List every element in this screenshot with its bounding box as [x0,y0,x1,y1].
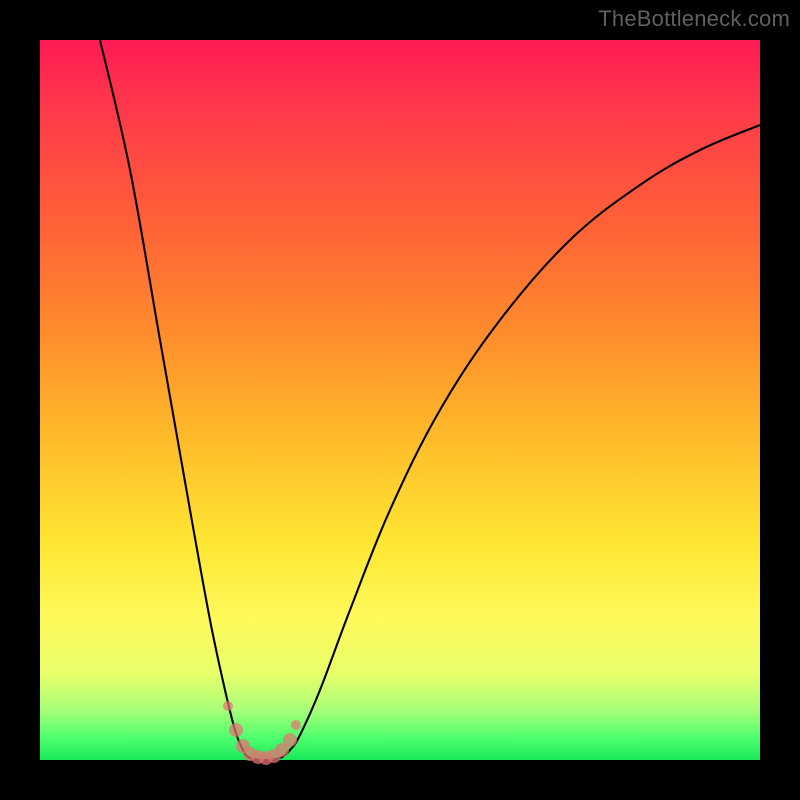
watermark-text: TheBottleneck.com [598,6,790,32]
curve-marker [291,720,301,730]
curve-marker-group [223,701,301,765]
bottleneck-curve [100,40,760,760]
curve-marker [229,723,243,737]
curve-svg [40,40,760,760]
curve-marker [283,733,297,747]
plot-area [40,40,760,760]
outer-frame: TheBottleneck.com [0,0,800,800]
curve-marker [223,701,233,711]
